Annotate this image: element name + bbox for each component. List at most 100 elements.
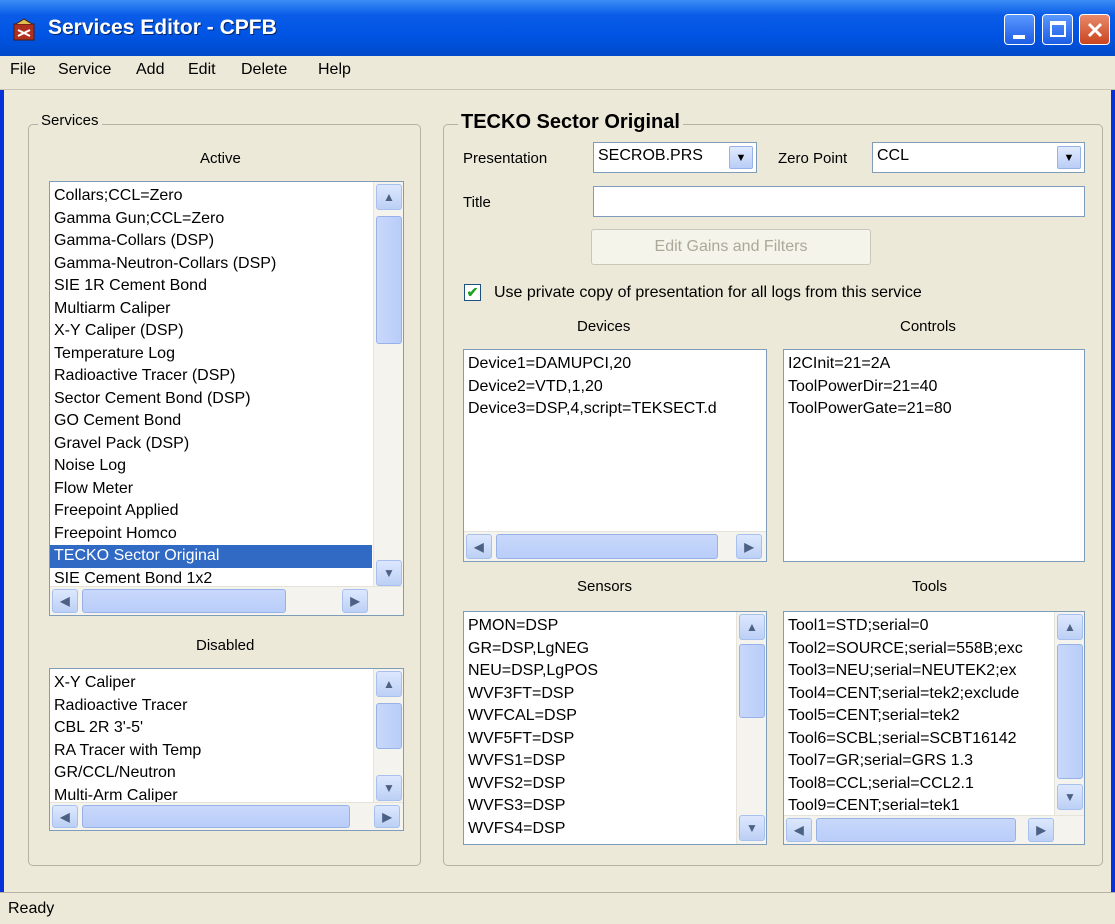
scroll-right-icon[interactable]: ▶ — [736, 534, 762, 559]
list-item[interactable]: WVFS5=DSP — [464, 840, 734, 844]
menu-help[interactable]: Help — [318, 61, 351, 79]
scroll-thumb[interactable] — [1057, 644, 1083, 779]
scroll-left-icon[interactable]: ◀ — [466, 534, 492, 559]
list-item[interactable]: WVF3FT=DSP — [464, 683, 734, 706]
list-item[interactable]: GO Cement Bond — [50, 410, 372, 433]
list-item[interactable]: Multiarm Caliper — [50, 298, 372, 321]
list-item[interactable]: Noise Log — [50, 455, 372, 478]
scroll-thumb-horizontal[interactable] — [816, 818, 1016, 842]
list-item[interactable]: GR=DSP,LgNEG — [464, 638, 734, 661]
title-input[interactable] — [593, 186, 1085, 217]
list-item[interactable]: Collars;CCL=Zero — [50, 185, 372, 208]
list-item[interactable]: Tool4=CENT;serial=tek2;exclude — [784, 683, 1052, 706]
scroll-thumb[interactable] — [376, 703, 402, 749]
scroll-thumb-horizontal[interactable] — [82, 805, 350, 828]
chevron-down-icon[interactable]: ▼ — [1057, 146, 1081, 169]
scroll-thumb-horizontal[interactable] — [496, 534, 718, 559]
list-item[interactable]: PMON=DSP — [464, 615, 734, 638]
list-item[interactable]: I2CInit=21=2A — [784, 353, 1082, 376]
scroll-right-icon[interactable]: ▶ — [374, 805, 400, 828]
list-item[interactable]: Tool6=SCBL;serial=SCBT16142 — [784, 728, 1052, 751]
menu-edit[interactable]: Edit — [188, 61, 216, 79]
scroll-up-icon[interactable]: ▲ — [1057, 614, 1083, 640]
list-item[interactable]: Tool5=CENT;serial=tek2 — [784, 705, 1052, 728]
list-item[interactable]: TECKO Sector Original — [50, 545, 372, 568]
scroll-up-icon[interactable]: ▲ — [376, 184, 402, 210]
list-item[interactable]: Multi-Arm Caliper — [50, 785, 372, 803]
scroll-up-icon[interactable]: ▲ — [739, 614, 765, 640]
list-item[interactable]: X-Y Caliper (DSP) — [50, 320, 372, 343]
list-item[interactable]: CBL 2R 3'-5' — [50, 717, 372, 740]
scroll-right-icon[interactable]: ▶ — [1028, 818, 1054, 842]
scroll-thumb[interactable] — [739, 644, 765, 718]
list-item[interactable]: WVFS1=DSP — [464, 750, 734, 773]
list-item[interactable]: X-Y Caliper — [50, 672, 372, 695]
list-item[interactable]: ToolPowerGate=21=80 — [784, 398, 1082, 421]
devices-horizontal-scrollbar[interactable]: ◀ ▶ — [464, 531, 766, 561]
scroll-down-icon[interactable]: ▼ — [739, 815, 765, 841]
list-item[interactable]: Flow Meter — [50, 478, 372, 501]
zero-point-select[interactable]: CCL ▼ — [872, 142, 1085, 173]
list-item[interactable]: RA Tracer with Temp — [50, 740, 372, 763]
list-item[interactable]: Device2=VTD,1,20 — [464, 376, 764, 399]
presentation-select[interactable]: SECROB.PRS ▼ — [593, 142, 757, 173]
list-item[interactable]: Gamma-Collars (DSP) — [50, 230, 372, 253]
close-button[interactable] — [1079, 14, 1110, 45]
list-item[interactable]: Tool2=SOURCE;serial=558B;exc — [784, 638, 1052, 661]
list-item[interactable]: WVFCAL=DSP — [464, 705, 734, 728]
scroll-thumb-horizontal[interactable] — [82, 589, 286, 613]
list-item[interactable]: Gamma-Neutron-Collars (DSP) — [50, 253, 372, 276]
app-icon[interactable] — [12, 18, 38, 42]
menu-service[interactable]: Service — [58, 61, 111, 79]
menu-delete[interactable]: Delete — [241, 61, 287, 79]
active-services-list[interactable]: Collars;CCL=Zero Gamma Gun;CCL=Zero Gamma-… — [49, 181, 404, 616]
scroll-left-icon[interactable]: ◀ — [52, 805, 78, 828]
list-item[interactable]: Radioactive Tracer (DSP) — [50, 365, 372, 388]
active-horizontal-scrollbar[interactable]: ◀ ▶ — [50, 586, 403, 615]
chevron-down-icon[interactable]: ▼ — [729, 146, 753, 169]
tools-horizontal-scrollbar[interactable]: ◀ ▶ — [784, 815, 1084, 844]
list-item[interactable]: Sector Cement Bond (DSP) — [50, 388, 372, 411]
list-item[interactable]: Gravel Pack (DSP) — [50, 433, 372, 456]
active-vertical-scrollbar[interactable]: ▲ ▼ — [373, 182, 403, 590]
list-item[interactable]: Temperature Log — [50, 343, 372, 366]
list-item[interactable]: Tool3=NEU;serial=NEUTEK2;ex — [784, 660, 1052, 683]
menu-file[interactable]: File — [10, 61, 36, 79]
scroll-down-icon[interactable]: ▼ — [376, 560, 402, 586]
list-item[interactable]: Tool8=CCL;serial=CCL2.1 — [784, 773, 1052, 796]
scroll-left-icon[interactable]: ◀ — [786, 818, 812, 842]
devices-list[interactable]: Device1=DAMUPCI,20 Device2=VTD,1,20 Device… — [463, 349, 767, 562]
scroll-down-icon[interactable]: ▼ — [1057, 784, 1083, 810]
disabled-horizontal-scrollbar[interactable]: ◀ ▶ — [50, 802, 403, 830]
list-item[interactable]: WVFS3=DSP — [464, 795, 734, 818]
list-item[interactable]: Freepoint Applied — [50, 500, 372, 523]
list-item[interactable]: SIE 1R Cement Bond — [50, 275, 372, 298]
list-item[interactable]: WVFS2=DSP — [464, 773, 734, 796]
maximize-button[interactable] — [1042, 14, 1073, 45]
menu-add[interactable]: Add — [136, 61, 164, 79]
list-item[interactable]: GR/CCL/Neutron — [50, 762, 372, 785]
scroll-down-icon[interactable]: ▼ — [376, 775, 402, 801]
disabled-services-list[interactable]: X-Y Caliper Radioactive Tracer CBL 2R 3'-5… — [49, 668, 404, 831]
controls-list[interactable]: I2CInit=21=2A ToolPowerDir=21=40 ToolPower… — [783, 349, 1085, 562]
minimize-button[interactable] — [1004, 14, 1035, 45]
list-item[interactable]: Tool1=STD;serial=0 — [784, 615, 1052, 638]
disabled-vertical-scrollbar[interactable]: ▲ ▼ — [373, 669, 403, 803]
scroll-up-icon[interactable]: ▲ — [376, 671, 402, 697]
list-item[interactable]: ToolPowerDir=21=40 — [784, 376, 1082, 399]
list-item[interactable]: NEU=DSP,LgPOS — [464, 660, 734, 683]
list-item[interactable]: Gamma Gun;CCL=Zero — [50, 208, 372, 231]
sensors-vertical-scrollbar[interactable]: ▲ ▼ — [736, 612, 766, 844]
list-item[interactable]: Device1=DAMUPCI,20 — [464, 353, 764, 376]
tools-vertical-scrollbar[interactable]: ▲ ▼ — [1054, 612, 1084, 815]
scroll-left-icon[interactable]: ◀ — [52, 589, 78, 613]
list-item[interactable]: Tool9=CENT;serial=tek1 — [784, 795, 1052, 815]
scroll-right-icon[interactable]: ▶ — [342, 589, 368, 613]
tools-list[interactable]: Tool1=STD;serial=0 Tool2=SOURCE;serial=55… — [783, 611, 1085, 845]
sensors-list[interactable]: PMON=DSP GR=DSP,LgNEG NEU=DSP,LgPOS WVF3FT=… — [463, 611, 767, 845]
list-item[interactable]: WVFS4=DSP — [464, 818, 734, 841]
list-item[interactable]: Device3=DSP,4,script=TEKSECT.d — [464, 398, 764, 421]
list-item[interactable]: WVF5FT=DSP — [464, 728, 734, 751]
list-item[interactable]: Freepoint Homco — [50, 523, 372, 546]
scroll-thumb[interactable] — [376, 216, 402, 344]
